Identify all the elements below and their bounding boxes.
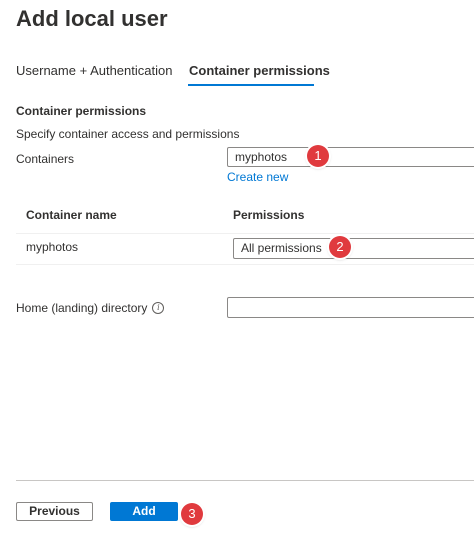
home-directory-label-group: Home (landing) directory i	[16, 301, 165, 315]
tab-container-permissions[interactable]: Container permissions	[189, 63, 330, 78]
active-tab-indicator	[188, 84, 314, 86]
home-directory-input[interactable]	[227, 297, 474, 318]
permissions-selected-value: All permissions	[241, 241, 322, 255]
column-header-permissions: Permissions	[233, 208, 305, 222]
add-button[interactable]: Add	[110, 502, 178, 521]
home-directory-label: Home (landing) directory	[16, 301, 148, 315]
create-new-link[interactable]: Create new	[227, 170, 288, 184]
containers-label: Containers	[16, 152, 75, 166]
table-row-container-name: myphotos	[26, 240, 79, 254]
containers-dropdown[interactable]: myphotos	[227, 147, 474, 167]
callout-badge-1: 1	[307, 145, 329, 167]
table-divider	[16, 233, 474, 234]
page-title: Add local user	[16, 6, 168, 31]
section-heading: Container permissions	[16, 104, 147, 118]
info-icon[interactable]: i	[152, 302, 165, 314]
previous-button[interactable]: Previous	[16, 502, 93, 521]
column-header-container-name: Container name	[26, 208, 117, 222]
section-description: Specify container access and permissions	[16, 127, 240, 141]
table-row-divider	[16, 264, 474, 265]
containers-selected-value: myphotos	[235, 150, 288, 164]
callout-badge-3: 3	[181, 503, 203, 525]
tab-username-authentication[interactable]: Username + Authentication	[16, 63, 172, 78]
permissions-dropdown[interactable]: All permissions	[233, 238, 474, 259]
footer-divider	[16, 480, 474, 481]
callout-badge-2: 2	[329, 236, 351, 258]
